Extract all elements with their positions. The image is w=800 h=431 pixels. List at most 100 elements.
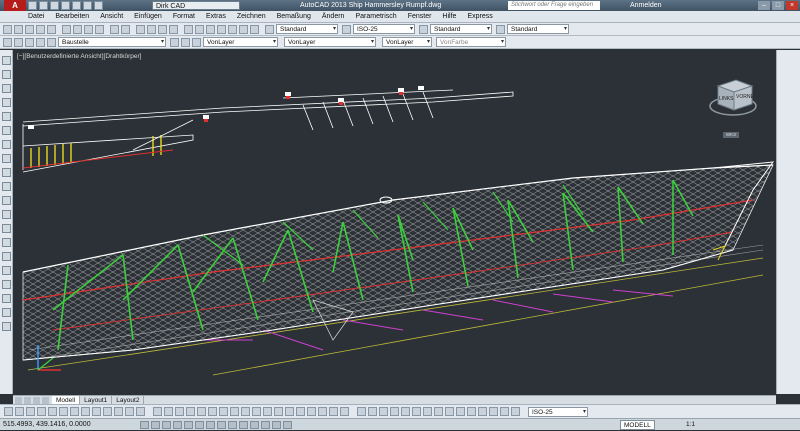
modify-tool-icon[interactable] (164, 407, 173, 416)
bottom-dim-style-select[interactable]: ISO-25 (528, 407, 588, 417)
modify-tool-icon[interactable] (423, 407, 432, 416)
modify-tool-icon[interactable] (478, 407, 487, 416)
properties-icon[interactable] (184, 25, 193, 34)
save-icon[interactable] (25, 25, 34, 34)
modify-tool-icon[interactable] (340, 407, 349, 416)
modify-tool-icon[interactable] (186, 407, 195, 416)
save-as-icon[interactable] (61, 1, 70, 10)
multiline-text-icon[interactable] (2, 308, 11, 317)
print-icon[interactable] (36, 25, 45, 34)
modify-tool-icon[interactable] (390, 407, 399, 416)
sun-icon[interactable] (25, 38, 34, 47)
login-button[interactable]: Anmelden (630, 0, 662, 11)
menu-item[interactable]: Fenster (408, 11, 432, 23)
coordinate-display[interactable]: 515.4993, 439.1416, 0.0000 (3, 419, 91, 431)
modify-tool-icon[interactable] (175, 407, 184, 416)
new-icon[interactable] (3, 25, 12, 34)
point-icon[interactable] (2, 238, 11, 247)
menu-item[interactable]: Express (467, 11, 492, 23)
layer-properties-icon[interactable] (3, 38, 12, 47)
copy-icon[interactable] (73, 25, 82, 34)
layer-select[interactable]: Baustelle (58, 37, 166, 47)
menu-item[interactable]: Bemaßung (277, 11, 311, 23)
insert-block-icon[interactable] (2, 210, 11, 219)
pan-icon[interactable] (136, 25, 145, 34)
modify-tool-icon[interactable] (263, 407, 272, 416)
revision-cloud-icon[interactable] (2, 154, 11, 163)
model-space-toggle[interactable]: MODELL (620, 420, 655, 430)
new-icon[interactable] (28, 1, 37, 10)
tab-next-icon[interactable] (33, 396, 40, 404)
drafting-toggle-icon[interactable] (162, 421, 171, 429)
match-properties-icon[interactable] (95, 25, 104, 34)
redo-icon[interactable] (121, 25, 130, 34)
modify-tool-icon[interactable] (81, 407, 90, 416)
undo-icon[interactable] (110, 25, 119, 34)
table-icon[interactable] (2, 294, 11, 303)
modify-tool-icon[interactable] (307, 407, 316, 416)
menu-item[interactable]: Bearbeiten (55, 11, 89, 23)
workspace-select[interactable]: Dirk CAD (152, 1, 240, 10)
drawing-area[interactable]: [−][Benutzerdefinierte Ansicht][Drahtkör… (13, 50, 776, 395)
modify-tool-icon[interactable] (208, 407, 217, 416)
gradient-icon[interactable] (2, 266, 11, 275)
modify-tool-icon[interactable] (153, 407, 162, 416)
plot-icon[interactable] (72, 1, 81, 10)
make-block-icon[interactable] (2, 224, 11, 233)
modify-tool-icon[interactable] (401, 407, 410, 416)
modify-tool-icon[interactable] (412, 407, 421, 416)
help-search-input[interactable]: Stichwort oder Frage eingeben (508, 1, 600, 10)
zoom-previous-icon[interactable] (169, 25, 178, 34)
construction-line-icon[interactable] (2, 70, 11, 79)
close-icon[interactable]: × (786, 1, 798, 10)
modify-tool-icon[interactable] (48, 407, 57, 416)
color-select[interactable]: VonLayer (203, 37, 278, 47)
region-icon[interactable] (2, 280, 11, 289)
drafting-toggle-icon[interactable] (250, 421, 259, 429)
viewcube[interactable]: LINKS VORNE (708, 72, 758, 122)
modify-tool-icon[interactable] (4, 407, 13, 416)
modify-tool-icon[interactable] (219, 407, 228, 416)
modify-tool-icon[interactable] (103, 407, 112, 416)
layer-color-icon[interactable] (47, 38, 56, 47)
cut-icon[interactable] (62, 25, 71, 34)
drafting-toggle-icon[interactable] (283, 421, 292, 429)
modify-tool-icon[interactable] (136, 407, 145, 416)
dim-style-select[interactable]: ISO-25 (353, 24, 415, 34)
layer-previous-icon[interactable] (181, 38, 190, 47)
menu-item[interactable]: Parametrisch (355, 11, 396, 23)
modify-tool-icon[interactable] (230, 407, 239, 416)
drafting-toggle-icon[interactable] (217, 421, 226, 429)
modify-tool-icon[interactable] (467, 407, 476, 416)
viewcube-front-label[interactable]: VORNE (736, 94, 754, 100)
make-current-icon[interactable] (170, 38, 179, 47)
line-icon[interactable] (2, 56, 11, 65)
drafting-toggle-icon[interactable] (140, 421, 149, 429)
application-menu-button[interactable]: A (4, 0, 26, 11)
add-selected-icon[interactable] (2, 322, 11, 331)
modify-tool-icon[interactable] (296, 407, 305, 416)
tool-palettes-icon[interactable] (206, 25, 215, 34)
linetype-select[interactable]: VonLayer (284, 37, 376, 47)
tab-prev-icon[interactable] (24, 396, 31, 404)
hatch-icon[interactable] (2, 252, 11, 261)
menu-item[interactable]: Ändern (322, 11, 345, 23)
drafting-toggle-icon[interactable] (272, 421, 281, 429)
polyline-icon[interactable] (2, 84, 11, 93)
open-icon[interactable] (39, 1, 48, 10)
designcenter-icon[interactable] (195, 25, 204, 34)
modify-tool-icon[interactable] (125, 407, 134, 416)
drafting-toggle-icon[interactable] (239, 421, 248, 429)
viewport-label[interactable]: [−][Benutzerdefinierte Ansicht][Drahtkör… (17, 53, 141, 60)
modify-tool-icon[interactable] (252, 407, 261, 416)
multileader-style-select[interactable]: Standard (507, 24, 569, 34)
arc-icon[interactable] (2, 126, 11, 135)
annotation-scale[interactable]: 1:1 (686, 419, 695, 431)
menu-item[interactable]: Einfügen (134, 11, 162, 23)
modify-tool-icon[interactable] (59, 407, 68, 416)
save-icon[interactable] (50, 1, 59, 10)
drafting-toggle-icon[interactable] (206, 421, 215, 429)
ellipse-icon[interactable] (2, 182, 11, 191)
zoom-icon[interactable] (147, 25, 156, 34)
modify-tool-icon[interactable] (434, 407, 443, 416)
